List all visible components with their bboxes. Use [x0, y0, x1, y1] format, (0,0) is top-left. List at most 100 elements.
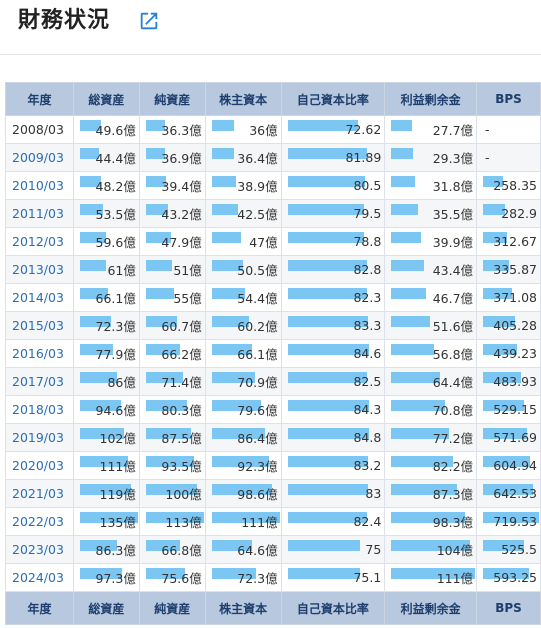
cell-year[interactable]: 2009/03	[5, 143, 74, 172]
cell-value: 29.3億	[432, 151, 474, 166]
year-link[interactable]: 2017/03	[12, 374, 64, 389]
table-row: 2010/03 48.2億 39.4億 38.9億 80.5 31.8億 258.35	[5, 171, 541, 200]
cell-value: 86.3億	[95, 543, 136, 558]
cell-year[interactable]: 2023/03	[5, 535, 74, 564]
cell-value: 83.3	[353, 318, 382, 333]
year-link[interactable]: 2019/03	[12, 430, 64, 445]
col-header-net-assets[interactable]: 純資産	[138, 82, 206, 116]
cell-value: 61億	[107, 263, 136, 278]
footer-header-shareholders-equity[interactable]: 株主資本	[204, 591, 282, 625]
cell-value: 42.5億	[237, 207, 278, 222]
cell-bps: 525.5	[476, 535, 541, 564]
cell-retained-earnings: 43.4億	[384, 255, 478, 284]
cell-year[interactable]: 2018/03	[5, 395, 74, 424]
cell-value: 71.4億	[161, 375, 202, 390]
value-bar	[391, 176, 416, 187]
cell-shareholders-equity: 60.2億	[204, 311, 282, 340]
cell-value: 54.4億	[237, 291, 278, 306]
cell-year[interactable]: 2024/03	[5, 563, 74, 592]
cell-year[interactable]: 2010/03	[5, 171, 74, 200]
year-link[interactable]: 2012/03	[12, 234, 64, 249]
cell-bps: -	[476, 143, 541, 172]
table-row: 2012/03 59.6億 47.9億 47億 78.8 39.9億 312.67	[5, 227, 541, 256]
year-link[interactable]: 2024/03	[12, 570, 64, 585]
cell-year[interactable]: 2012/03	[5, 227, 74, 256]
cell-net-assets: 36.9億	[138, 143, 206, 172]
cell-value: 83	[365, 486, 382, 501]
cell-value: 102億	[99, 431, 136, 446]
col-header-retained-earnings[interactable]: 利益剰余金	[384, 82, 478, 116]
cell-net-assets: 80.3億	[138, 395, 206, 424]
year-link[interactable]: 2022/03	[12, 514, 64, 529]
cell-year[interactable]: 2016/03	[5, 339, 74, 368]
footer-header-equity-ratio[interactable]: 自己資本比率	[280, 591, 386, 625]
year-link[interactable]: 2013/03	[12, 262, 64, 277]
col-header-year[interactable]: 年度	[5, 82, 74, 116]
cell-total-assets: 97.3億	[72, 563, 140, 592]
table-row: 2020/03 111億 93.5億 92.3億 83.2 82.2億 604.94	[5, 451, 541, 480]
cell-total-assets: 135億	[72, 507, 140, 536]
cell-value: 72.3億	[95, 319, 136, 334]
cell-year[interactable]: 2014/03	[5, 283, 74, 312]
year-link[interactable]: 2020/03	[12, 458, 64, 473]
footer-header-net-assets[interactable]: 純資産	[138, 591, 206, 625]
cell-bps: 529.15	[476, 395, 541, 424]
cell-year: 2008/03	[5, 115, 74, 144]
cell-retained-earnings: 98.3億	[384, 507, 478, 536]
year-link[interactable]: 2023/03	[12, 542, 64, 557]
year-link[interactable]: 2014/03	[12, 290, 64, 305]
value-bar	[391, 344, 435, 355]
year-link[interactable]: 2011/03	[12, 206, 64, 221]
cell-total-assets: 77.9億	[72, 339, 140, 368]
cell-value: 86.4億	[237, 431, 278, 446]
year-link[interactable]: 2016/03	[12, 346, 64, 361]
cell-bps: 282.9	[476, 199, 541, 228]
external-link-icon[interactable]	[138, 10, 160, 32]
cell-value: 75.1	[353, 570, 382, 585]
cell-equity-ratio: 79.5	[280, 199, 386, 228]
footer-header-year[interactable]: 年度	[5, 591, 74, 625]
year-link[interactable]: 2009/03	[12, 150, 64, 165]
col-header-bps[interactable]: BPS	[476, 82, 541, 116]
cell-value: 70.8億	[432, 403, 474, 418]
cell-value: 80.3億	[161, 403, 202, 418]
col-header-total-assets[interactable]: 総資産	[72, 82, 140, 116]
cell-year[interactable]: 2011/03	[5, 199, 74, 228]
footer-header-total-assets[interactable]: 総資産	[72, 591, 140, 625]
col-header-equity-ratio[interactable]: 自己資本比率	[280, 82, 386, 116]
cell-value: 80.5	[353, 178, 382, 193]
cell-value: 49.6億	[95, 123, 136, 138]
cell-value: 70.9億	[237, 375, 278, 390]
cell-total-assets: 61億	[72, 255, 140, 284]
cell-retained-earnings: 104億	[384, 535, 478, 564]
cell-total-assets: 48.2億	[72, 171, 140, 200]
cell-year[interactable]: 2021/03	[5, 479, 74, 508]
value-bar	[145, 260, 172, 271]
cell-bps: 312.67	[476, 227, 541, 256]
cell-value: 50.5億	[237, 263, 278, 278]
year-link[interactable]: 2010/03	[12, 178, 64, 193]
footer-header-bps[interactable]: BPS	[476, 591, 541, 625]
cell-value: 60.7億	[161, 319, 202, 334]
cell-year[interactable]: 2015/03	[5, 311, 74, 340]
cell-bps: 571.69	[476, 423, 541, 452]
cell-equity-ratio: 82.5	[280, 367, 386, 396]
col-header-shareholders-equity[interactable]: 株主資本	[204, 82, 282, 116]
cell-year[interactable]: 2017/03	[5, 367, 74, 396]
year-link[interactable]: 2018/03	[12, 402, 64, 417]
value-bar	[391, 288, 427, 299]
year-link[interactable]: 2015/03	[12, 318, 64, 333]
cell-year[interactable]: 2013/03	[5, 255, 74, 284]
footer-header-retained-earnings[interactable]: 利益剰余金	[384, 591, 478, 625]
cell-year[interactable]: 2019/03	[5, 423, 74, 452]
cell-retained-earnings: 56.8億	[384, 339, 478, 368]
cell-year[interactable]: 2020/03	[5, 451, 74, 480]
year-link[interactable]: 2021/03	[12, 486, 64, 501]
value-bar	[211, 148, 234, 159]
cell-value: 98.3億	[432, 515, 474, 530]
cell-value: 111億	[436, 571, 474, 586]
cell-retained-earnings: 31.8億	[384, 171, 478, 200]
cell-value: 82.2億	[432, 459, 474, 474]
cell-year[interactable]: 2022/03	[5, 507, 74, 536]
cell-retained-earnings: 39.9億	[384, 227, 478, 256]
